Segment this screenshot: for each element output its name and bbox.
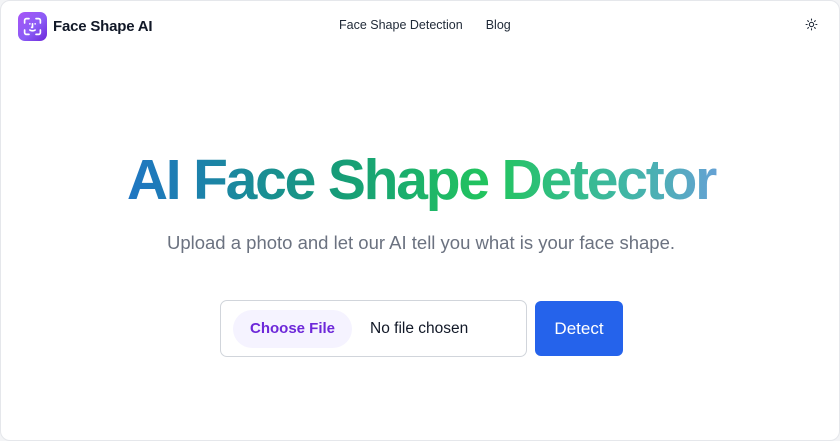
choose-file-button[interactable]: Choose File <box>233 309 353 348</box>
main-nav: Face Shape Detection Blog <box>339 18 511 32</box>
brand-logo-link[interactable]: Face Shape AI <box>18 12 153 41</box>
file-input[interactable]: Choose File No file chosen <box>220 300 527 357</box>
face-scan-icon <box>18 12 47 41</box>
file-status-text: No file chosen <box>370 319 469 337</box>
brand-name: Face Shape AI <box>53 18 153 35</box>
hero-title: AI Face Shape Detector <box>1 147 839 213</box>
site-header: Face Shape AI Face Shape Detection Blog <box>1 1 839 53</box>
detect-button[interactable]: Detect <box>535 301 623 356</box>
app-window: Face Shape AI Face Shape Detection Blog … <box>0 0 840 441</box>
nav-link-blog[interactable]: Blog <box>486 18 511 32</box>
theme-toggle-button[interactable] <box>801 17 821 37</box>
hero-subtitle: Upload a photo and let our AI tell you w… <box>166 232 676 253</box>
nav-link-face-shape-detection[interactable]: Face Shape Detection <box>339 18 463 32</box>
sun-icon <box>805 18 818 36</box>
